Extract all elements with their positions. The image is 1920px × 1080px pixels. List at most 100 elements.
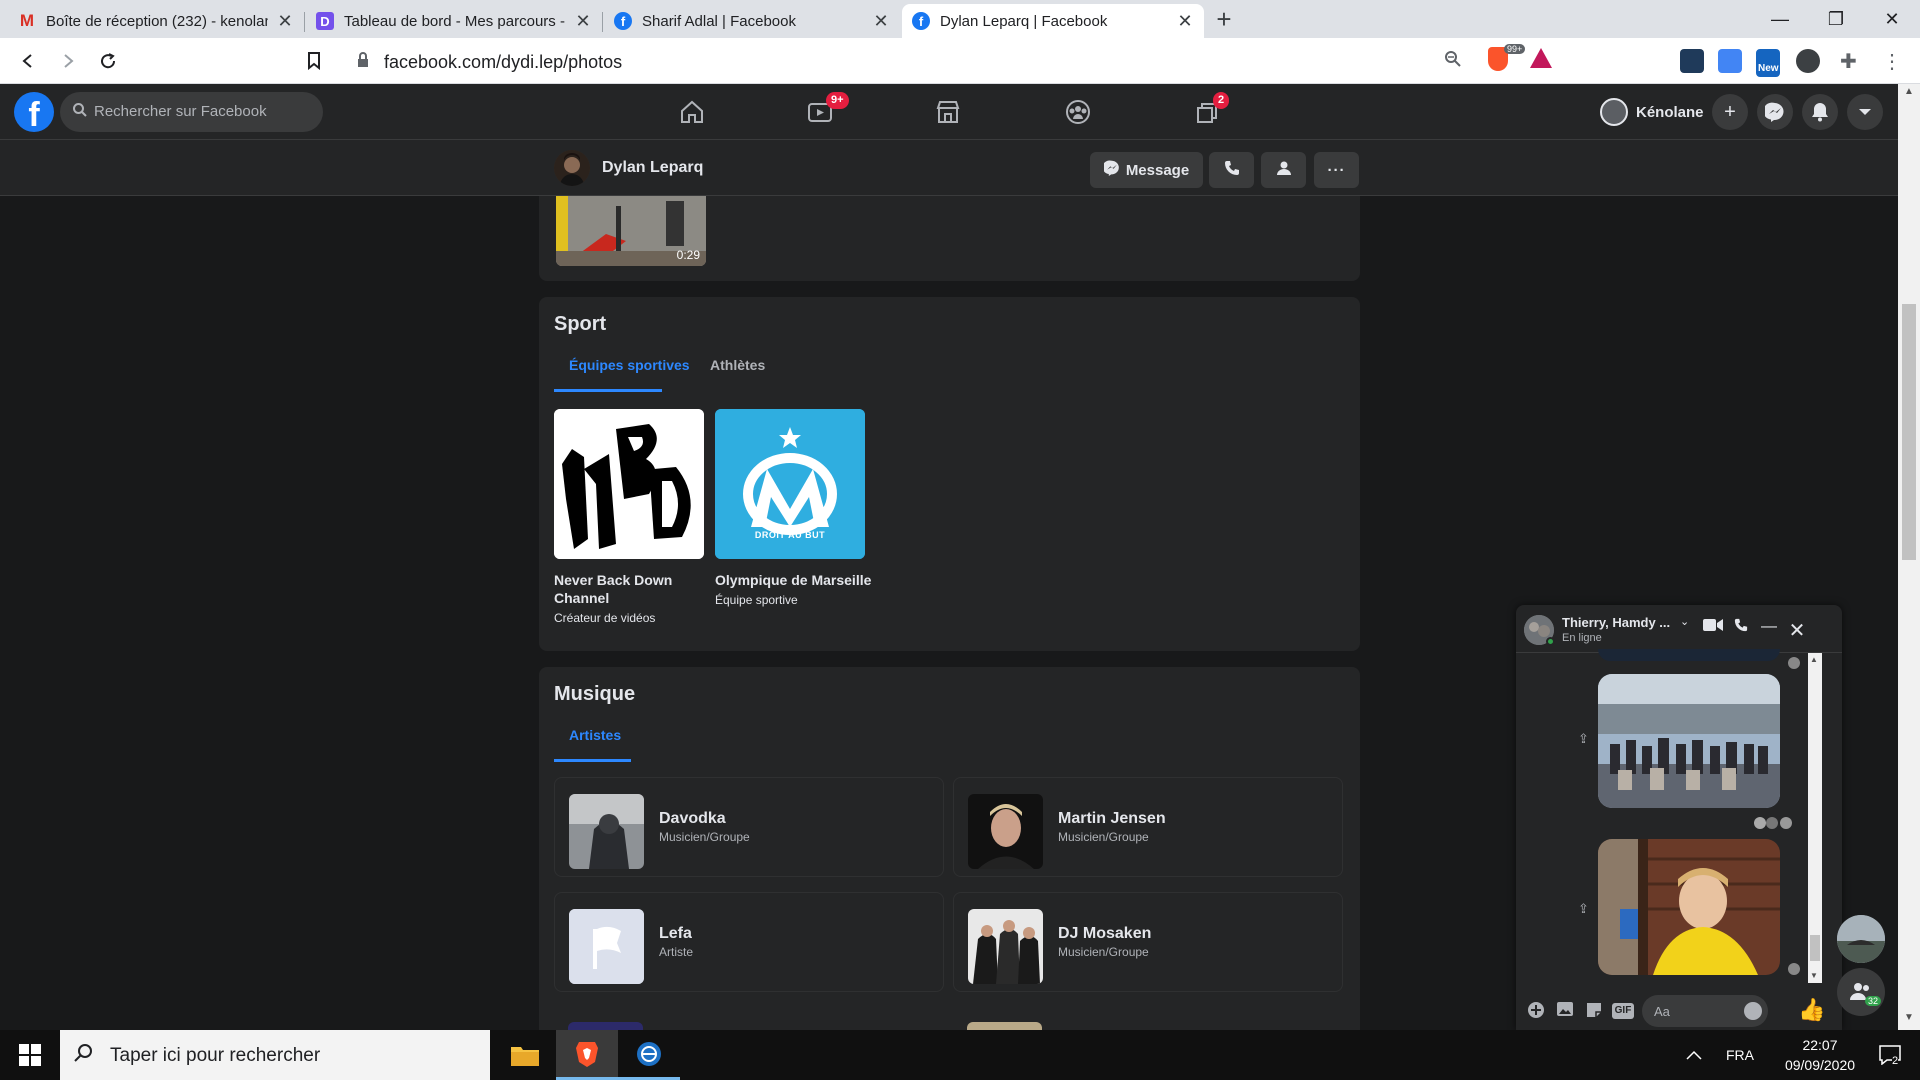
- add-plus-icon[interactable]: [1526, 1001, 1546, 1021]
- close-tab-icon[interactable]: ✕: [1176, 11, 1194, 32]
- tab-title: Sharif Adlal | Facebook: [642, 12, 796, 30]
- share-icon[interactable]: ⇪: [1578, 731, 1589, 747]
- call-button[interactable]: [1209, 152, 1254, 188]
- artist-card[interactable]: Lefa Artiste: [554, 892, 944, 992]
- zoom-icon[interactable]: [1444, 50, 1462, 73]
- sport-card: Sport Équipes sportives Athlètes Never B…: [539, 297, 1360, 651]
- new-tab-button[interactable]: +: [1210, 6, 1238, 34]
- wappalyzer-icon[interactable]: [1796, 49, 1820, 73]
- forward-icon[interactable]: [54, 47, 82, 75]
- profile-shortcut[interactable]: Kénolane: [1600, 94, 1704, 130]
- bookmark-icon[interactable]: [300, 47, 328, 75]
- phone-icon[interactable]: [1730, 618, 1752, 640]
- minimize-icon[interactable]: —: [1752, 0, 1808, 38]
- url-text: facebook.com/dydi.lep/photos: [384, 52, 623, 72]
- tray-chevron-up-icon[interactable]: [1686, 1030, 1702, 1080]
- brave-taskbar-icon[interactable]: [556, 1030, 618, 1080]
- message-photo[interactable]: [1598, 839, 1780, 975]
- tab-sports-teams[interactable]: Équipes sportives: [569, 357, 690, 373]
- chat-scroll-thumb[interactable]: [1810, 935, 1820, 961]
- scroll-up-arrow-icon[interactable]: ▲: [1902, 86, 1916, 100]
- message-input[interactable]: Aa: [1642, 995, 1768, 1027]
- sport-item-name[interactable]: Never Back Down Channel: [554, 571, 704, 607]
- thumbs-up-icon[interactable]: 👍: [1798, 997, 1825, 1022]
- tab-facebook-dylan[interactable]: f Dylan Leparq | Facebook ✕: [902, 4, 1204, 38]
- artist-name: Martin Jensen: [1058, 810, 1166, 827]
- close-tab-icon[interactable]: ✕: [872, 11, 890, 32]
- page-scrollbar[interactable]: ▲ ▼: [1898, 84, 1920, 1030]
- teamviewer-taskbar-icon[interactable]: [618, 1030, 680, 1080]
- scrollbar-thumb[interactable]: [1902, 304, 1916, 560]
- sticker-icon[interactable]: [1584, 1001, 1604, 1021]
- profile-name[interactable]: Dylan Leparq: [602, 159, 703, 177]
- restore-icon[interactable]: ❐: [1808, 0, 1864, 38]
- video-thumbnail[interactable]: 0:29: [556, 196, 706, 266]
- notifications-bell-icon[interactable]: [1802, 94, 1838, 130]
- chat-title[interactable]: Thierry, Hamdy ...: [1562, 615, 1670, 630]
- tab-athletes[interactable]: Athlètes: [710, 357, 765, 373]
- chat-scrollbar[interactable]: ▲ ▼: [1808, 653, 1822, 983]
- minimize-chat-icon[interactable]: —: [1758, 618, 1780, 640]
- react-devtools-icon[interactable]: [1680, 49, 1704, 73]
- tab-facebook-sharif[interactable]: f Sharif Adlal | Facebook ✕: [604, 4, 900, 38]
- tab-gmail[interactable]: M Boîte de réception (232) - kenolan ✕: [8, 4, 304, 38]
- video-call-icon[interactable]: [1702, 618, 1724, 640]
- close-tab-icon[interactable]: ✕: [276, 11, 294, 32]
- extensions-puzzle-icon[interactable]: ✚: [1840, 49, 1864, 73]
- artist-name: DJ Mosaken: [1058, 925, 1152, 942]
- close-tab-icon[interactable]: ✕: [574, 11, 592, 32]
- tab-artists[interactable]: Artistes: [569, 727, 621, 743]
- reload-icon[interactable]: [94, 47, 122, 75]
- artist-card[interactable]: Davodka Musicien/Groupe: [554, 777, 944, 877]
- new-label: New: [1758, 63, 1779, 74]
- facebook-logo-icon[interactable]: f: [14, 92, 54, 134]
- more-options-button[interactable]: ···: [1314, 152, 1359, 188]
- facebook-search-input[interactable]: Rechercher sur Facebook: [60, 92, 323, 132]
- search-icon: [72, 102, 90, 120]
- close-window-icon[interactable]: ✕: [1864, 0, 1920, 38]
- artist-card[interactable]: Martin Jensen Musicien/Groupe: [953, 777, 1343, 877]
- chevron-down-icon[interactable]: ⌄: [1680, 615, 1689, 628]
- sport-item-category: Créateur de vidéos: [554, 611, 656, 625]
- artist-card[interactable]: DJ Mosaken Musicien/Groupe: [953, 892, 1343, 992]
- brave-rewards-icon[interactable]: [1530, 48, 1552, 68]
- taskbar-search-input[interactable]: Taper ici pour rechercher: [60, 1030, 490, 1080]
- language-indicator[interactable]: FRA: [1726, 1030, 1754, 1080]
- tab-openclassrooms[interactable]: D Tableau de bord - Mes parcours - ( ✕: [306, 4, 602, 38]
- message-photo[interactable]: [1598, 674, 1780, 808]
- chat-head-avatar[interactable]: [1837, 915, 1885, 963]
- windows-start-icon[interactable]: [0, 1030, 60, 1080]
- gif-icon[interactable]: GIF: [1612, 1003, 1634, 1019]
- scroll-up-arrow-icon[interactable]: ▲: [1810, 655, 1818, 664]
- news-extension-icon[interactable]: New: [1756, 49, 1780, 77]
- message-button[interactable]: Message: [1090, 152, 1203, 188]
- scroll-down-arrow-icon[interactable]: ▼: [1810, 971, 1818, 980]
- chat-header[interactable]: Thierry, Hamdy ... ⌄ En ligne — ✕: [1516, 605, 1842, 653]
- message-photo-partial[interactable]: [1598, 649, 1780, 661]
- address-bar[interactable]: facebook.com/dydi.lep/photos: [340, 44, 1566, 78]
- messenger-icon[interactable]: [1757, 94, 1793, 130]
- om-logo[interactable]: DROIT AU BUT: [715, 409, 865, 559]
- profile-avatar[interactable]: [554, 150, 590, 186]
- scroll-down-arrow-icon[interactable]: ▼: [1902, 1012, 1916, 1026]
- nbd-logo[interactable]: [554, 409, 704, 559]
- marketplace-icon[interactable]: [932, 96, 964, 128]
- sport-item-name[interactable]: Olympique de Marseille: [715, 571, 875, 589]
- browser-menu-icon[interactable]: ⋮: [1880, 49, 1904, 73]
- clock[interactable]: 22:07 09/09/2020: [1770, 1030, 1870, 1080]
- back-icon[interactable]: [14, 47, 42, 75]
- groups-icon[interactable]: [1062, 96, 1094, 128]
- emoji-icon[interactable]: [1744, 1002, 1762, 1020]
- sport-title: Sport: [554, 313, 607, 335]
- action-center-icon[interactable]: 2: [1870, 1030, 1910, 1080]
- account-menu-chevron-icon[interactable]: [1847, 94, 1883, 130]
- home-icon[interactable]: [676, 96, 708, 128]
- create-plus-icon[interactable]: +: [1712, 94, 1748, 130]
- file-explorer-icon[interactable]: [494, 1030, 556, 1080]
- photo-icon[interactable]: [1555, 1001, 1575, 1021]
- new-group-chat-button[interactable]: 32: [1837, 968, 1885, 1016]
- close-chat-icon[interactable]: ✕: [1786, 618, 1808, 642]
- share-icon[interactable]: ⇪: [1578, 901, 1589, 917]
- translate-icon[interactable]: [1718, 49, 1742, 73]
- friends-button[interactable]: [1261, 152, 1306, 188]
